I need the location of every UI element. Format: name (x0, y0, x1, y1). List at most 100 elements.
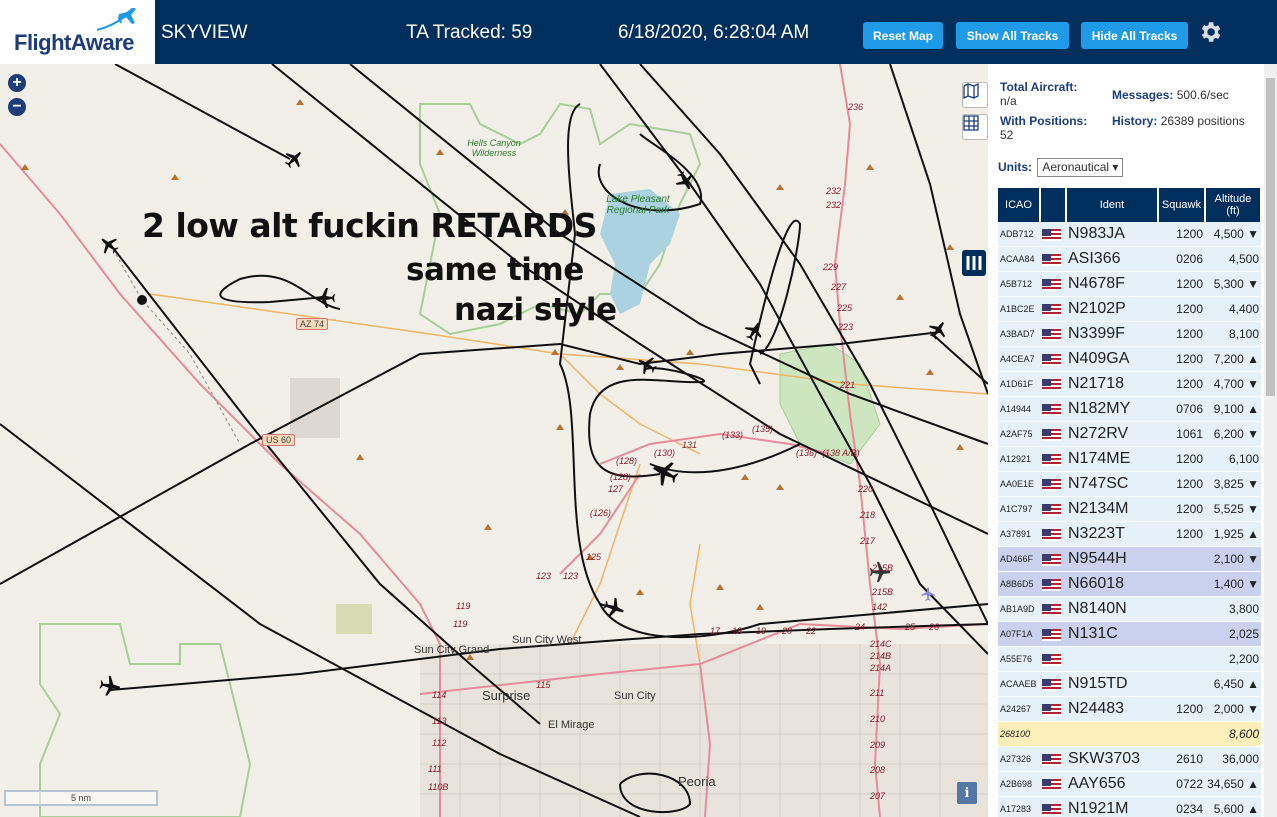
aircraft-icon[interactable] (927, 319, 949, 341)
ident-cell: ASI366 (1066, 246, 1158, 272)
ident-cell: N747SC (1066, 471, 1158, 497)
aircraft-icon[interactable] (650, 458, 680, 488)
table-row[interactable]: A14944 N182MY 0706 9,100 ▲ (998, 396, 1261, 422)
table-row[interactable]: AB1A9D N8140N 3,800 (998, 596, 1261, 622)
table-row[interactable]: A1BC2E N2102P 1200 4,400 (998, 296, 1261, 322)
aircraft-icon[interactable] (743, 320, 765, 342)
flightaware-logo[interactable]: FlightAware (0, 0, 155, 64)
total-label: Total Aircraft: (1000, 80, 1078, 94)
table-row[interactable]: A37891 N3223T 1200 1,925 ▲ (998, 521, 1261, 547)
table-row[interactable]: A1D61F N21718 1200 4,700 ▼ (998, 371, 1261, 397)
table-row[interactable]: A17283 N1921M 0234 5,600 ▲ (998, 796, 1261, 817)
col-icao[interactable]: ICAO (998, 188, 1041, 222)
units-row: Units: Aeronautical ▾ (998, 158, 1124, 177)
route-number-label: 142 (872, 602, 888, 612)
squawk-cell: 0706 (1157, 396, 1205, 422)
icao-cell: A12921 (998, 446, 1040, 472)
col-squawk[interactable]: Squawk (1157, 188, 1207, 222)
table-row[interactable]: A2AF75 N272RV 1061 6,200 ▼ (998, 421, 1261, 447)
show-all-tracks-button[interactable]: Show All Tracks (956, 22, 1069, 49)
table-row[interactable]: ACAA84 ASI366 0206 4,500 (998, 246, 1261, 272)
route-number-label: 24 (855, 622, 866, 632)
table-row[interactable]: ACAAEB N915TD 6,450 ▲ (998, 671, 1261, 697)
squawk-cell (1157, 621, 1205, 647)
icao-cell: A17283 (998, 796, 1040, 817)
scrollbar-thumb[interactable] (1266, 78, 1275, 396)
flag-cell (1040, 271, 1066, 297)
panel-scrollbar[interactable] (1264, 64, 1277, 817)
scale-bar: 5 nm (4, 790, 158, 806)
hide-all-tracks-button[interactable]: Hide All Tracks (1081, 22, 1188, 49)
flag-cell (1040, 621, 1066, 647)
col-ident[interactable]: Ident (1066, 188, 1159, 222)
map-canvas[interactable]: Hells Canyon Wilderness Lake Pleasant Re… (0, 64, 988, 817)
ident-cell: N983JA (1066, 222, 1158, 247)
aircraft-icon[interactable] (602, 596, 626, 620)
us-flag-icon (1042, 378, 1061, 391)
route-number-label: 114 (432, 690, 447, 700)
history-label: History: (1112, 114, 1158, 128)
map-layers-button[interactable] (962, 82, 988, 108)
table-row[interactable]: A5B712 N4678F 1200 5,300 ▼ (998, 271, 1261, 297)
reset-map-button[interactable]: Reset Map (863, 22, 943, 49)
flag-cell (1040, 471, 1066, 497)
table-row[interactable]: AA0E1E N747SC 1200 3,825 ▼ (998, 471, 1261, 497)
route-number-label: (128) (616, 456, 638, 466)
col-flag[interactable] (1040, 188, 1067, 222)
table-header-row: ICAO Ident Squawk Altitude (ft) (998, 188, 1262, 222)
units-select[interactable]: Aeronautical ▾ (1037, 158, 1124, 177)
aircraft-icon[interactable] (674, 170, 696, 192)
aircraft-icon[interactable] (313, 286, 337, 310)
table-row[interactable]: A2B698 AAY656 0722 34,650 ▲ (998, 771, 1261, 797)
highway-shield-us60: US 60 (262, 434, 296, 446)
flag-cell (1040, 446, 1066, 472)
aircraft-icon[interactable] (98, 234, 120, 256)
table-row[interactable]: A3BAD7 N3399F 1200 8,100 (998, 321, 1261, 347)
route-number-label: 210 (870, 714, 886, 724)
table-row[interactable]: A8B6D5 N66018 1,400 ▼ (998, 571, 1261, 597)
column-toggle-button[interactable] (962, 250, 986, 276)
us-flag-icon (1042, 503, 1061, 516)
ident-cell: N21718 (1066, 371, 1158, 397)
zoom-out-button[interactable]: − (8, 98, 26, 116)
squawk-cell: 1200 (1157, 222, 1205, 247)
table-row[interactable]: 268100 8,600 (998, 721, 1261, 747)
us-flag-icon (1042, 678, 1061, 691)
altitude-cell: 4,500 (1205, 246, 1261, 272)
label-sun-city: Sun City (614, 690, 656, 702)
flag-cell (1040, 296, 1066, 322)
grid-toggle-button[interactable] (962, 114, 988, 140)
label-sun-city-west: Sun City West (512, 634, 582, 646)
icao-cell: AA0E1E (998, 471, 1040, 497)
table-row[interactable]: A27326 SKW3703 2610 36,000 (998, 746, 1261, 772)
zoom-in-button[interactable]: + (8, 74, 26, 92)
aircraft-icon[interactable] (636, 354, 658, 376)
table-row[interactable]: A24267 N24483 1200 2,000 ▼ (998, 696, 1261, 722)
route-number-label: 112 (432, 738, 447, 748)
table-row[interactable]: A55E76 2,200 (998, 646, 1261, 672)
icao-cell: A55E76 (998, 646, 1040, 672)
info-button[interactable]: i (957, 782, 977, 804)
aircraft-table: ICAO Ident Squawk Altitude (ft) ADB712 N9… (998, 188, 1262, 817)
table-row[interactable]: ADB712 N983JA 1200 4,500 ▼ (998, 222, 1261, 247)
squawk-cell: 1061 (1157, 421, 1205, 447)
col-altitude[interactable]: Altitude (ft) (1205, 188, 1262, 222)
settings-gear-icon[interactable] (1197, 19, 1223, 45)
route-number-label: 214A (870, 663, 892, 673)
aircraft-icon[interactable] (98, 674, 122, 698)
us-flag-icon (1042, 453, 1061, 466)
route-number-label: 17 (710, 626, 721, 636)
aircraft-icon[interactable] (283, 148, 305, 170)
table-row[interactable]: A4CEA7 N409GA 1200 7,200 ▲ (998, 346, 1261, 372)
table-row[interactable]: A07F1A N131C 2,025 (998, 621, 1261, 647)
route-number-label: 131 (682, 440, 698, 450)
caption-line-3: nazi style (454, 292, 617, 328)
icao-cell: ACAAEB (998, 671, 1040, 697)
altitude-cell: 2,200 (1205, 646, 1261, 672)
table-row[interactable]: A1C797 N2134M 1200 5,525 ▼ (998, 496, 1261, 522)
table-row[interactable]: A12921 N174ME 1200 6,100 (998, 446, 1261, 472)
squawk-cell (1157, 721, 1205, 747)
table-row[interactable]: AD466F N9544H 2,100 ▼ (998, 546, 1261, 572)
flag-cell (1040, 671, 1066, 697)
ident-cell: N131C (1066, 621, 1158, 647)
